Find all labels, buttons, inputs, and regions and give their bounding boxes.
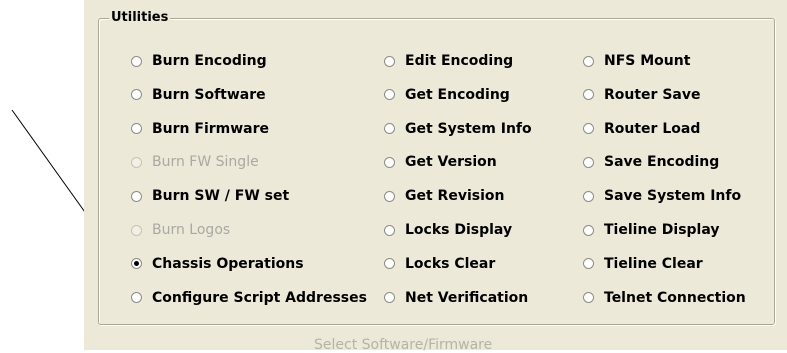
radio-button-icon[interactable]	[131, 258, 142, 270]
radio-option-get-revision[interactable]: Get Revision	[384, 186, 504, 206]
radio-option-router-load[interactable]: Router Load	[583, 119, 700, 139]
radio-option-label: Router Load	[604, 120, 701, 137]
radio-option-locks-clear[interactable]: Locks Clear	[384, 254, 495, 274]
radio-option-label: Locks Display	[405, 222, 513, 238]
radio-button-icon[interactable]	[384, 123, 395, 135]
radio-button-icon[interactable]	[583, 292, 594, 304]
radio-option-label: NFS Mount	[604, 53, 691, 69]
radio-button-icon[interactable]	[583, 190, 594, 202]
radio-button-icon[interactable]	[583, 123, 594, 135]
radio-button-icon[interactable]	[384, 292, 395, 304]
select-software-firmware-label: Select Software/Firmware	[314, 337, 493, 353]
radio-option-configure-script-addresses[interactable]: Configure Script Addresses	[131, 288, 367, 308]
radio-option-chassis-operations[interactable]: Chassis Operations	[131, 254, 304, 274]
radio-option-label: Get System Info	[405, 120, 532, 137]
radio-option-router-save[interactable]: Router Save	[583, 85, 700, 105]
radio-button-icon[interactable]	[583, 89, 594, 101]
radio-button-icon	[131, 156, 142, 168]
radio-button-icon[interactable]	[131, 89, 142, 101]
radio-option-label: Save Encoding	[604, 154, 720, 171]
radio-option-label: Locks Clear	[405, 255, 496, 272]
radio-button-icon[interactable]	[583, 55, 594, 67]
radio-button-icon[interactable]	[583, 224, 594, 236]
radio-option-burn-logos: Burn Logos	[131, 220, 230, 240]
radio-button-icon[interactable]	[583, 156, 594, 168]
radio-option-get-system-info[interactable]: Get System Info	[384, 119, 532, 139]
radio-option-label: Edit Encoding	[405, 53, 514, 69]
groupbox-title: Utilities	[109, 9, 171, 27]
radio-button-icon[interactable]	[384, 224, 395, 236]
radio-option-locks-display[interactable]: Locks Display	[384, 220, 512, 240]
radio-option-label: Burn SW / FW set	[152, 188, 290, 205]
radio-option-label: Burn Logos	[152, 222, 231, 238]
radio-option-burn-firmware[interactable]: Burn Firmware	[131, 119, 269, 139]
radio-option-nfs-mount[interactable]: NFS Mount	[583, 51, 690, 71]
radio-option-label: Save System Info	[604, 188, 742, 205]
radio-option-label: Burn Software	[152, 86, 266, 103]
radio-button-icon[interactable]	[384, 89, 395, 101]
radio-option-get-version[interactable]: Get Version	[384, 152, 497, 172]
radio-button-icon[interactable]	[131, 292, 142, 304]
utilities-panel: Utilities Burn Encoding Burn Software Burn…	[84, 0, 787, 353]
radio-option-label: Chassis Operations	[152, 255, 304, 272]
radio-option-get-encoding[interactable]: Get Encoding	[384, 85, 510, 105]
radio-button-icon[interactable]	[384, 55, 395, 67]
radio-option-label: Tieline Display	[604, 222, 720, 238]
radio-option-telnet-connection[interactable]: Telnet Connection	[583, 288, 746, 308]
radio-option-save-encoding[interactable]: Save Encoding	[583, 152, 719, 172]
radio-option-label: Get Encoding	[405, 86, 510, 103]
radio-option-label: Net Verification	[405, 289, 529, 306]
radio-button-icon	[131, 224, 142, 236]
radio-button-icon[interactable]	[384, 156, 395, 168]
radio-option-label: Get Version	[405, 154, 497, 171]
radio-option-burn-sw-fw-set[interactable]: Burn SW / FW set	[131, 186, 289, 206]
radio-option-burn-software[interactable]: Burn Software	[131, 85, 266, 105]
radio-option-label: Telnet Connection	[604, 289, 746, 306]
radio-option-label: Get Revision	[405, 188, 505, 205]
radio-option-label: Tieline Clear	[604, 255, 703, 272]
radio-option-label: Burn FW Single	[152, 154, 259, 171]
radio-option-label: Router Save	[604, 86, 701, 103]
radio-option-tieline-clear[interactable]: Tieline Clear	[583, 254, 703, 274]
radio-option-tieline-display[interactable]: Tieline Display	[583, 220, 720, 240]
radio-option-net-verification[interactable]: Net Verification	[384, 288, 528, 308]
radio-option-save-system-info[interactable]: Save System Info	[583, 186, 741, 206]
radio-button-icon[interactable]	[384, 190, 395, 202]
radio-option-burn-encoding[interactable]: Burn Encoding	[131, 51, 267, 71]
radio-option-edit-encoding[interactable]: Edit Encoding	[384, 51, 513, 71]
radio-button-icon[interactable]	[131, 123, 142, 135]
radio-button-icon[interactable]	[384, 258, 395, 270]
radio-button-icon[interactable]	[131, 55, 142, 67]
radio-option-label: Burn Encoding	[152, 53, 267, 69]
radio-button-icon[interactable]	[583, 258, 594, 270]
radio-option-label: Burn Firmware	[152, 120, 270, 137]
radio-option-label: Configure Script Addresses	[152, 289, 367, 306]
radio-button-icon[interactable]	[131, 190, 142, 202]
radio-option-burn-fw-single: Burn FW Single	[131, 152, 259, 172]
